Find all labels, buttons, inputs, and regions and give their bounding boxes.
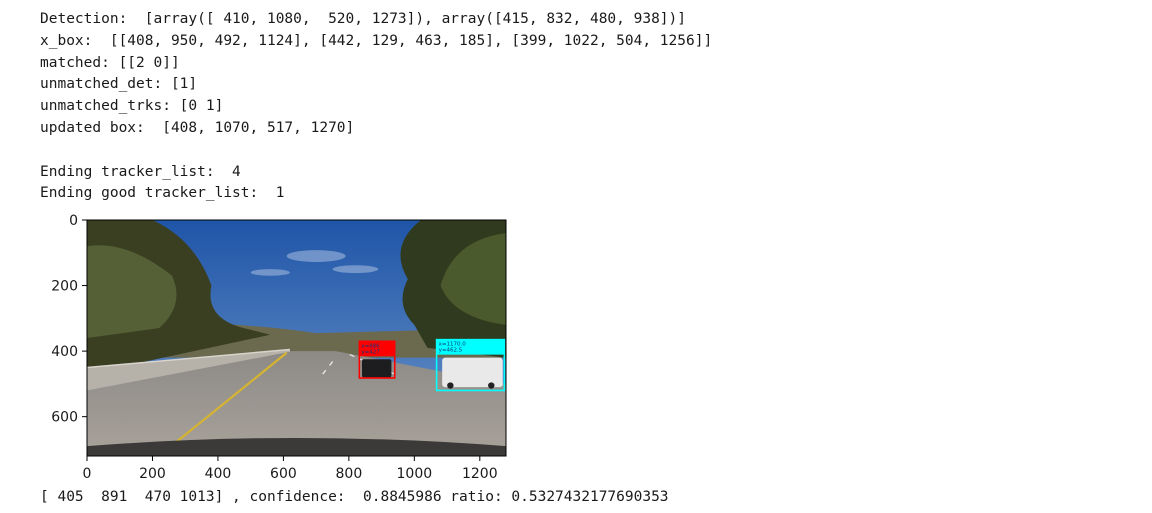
- console-output: Detection: [array([ 410, 1080, 520, 1273…: [40, 9, 712, 205]
- output-line-matched: matched: [[2 0]]: [40, 54, 180, 71]
- cloud: [286, 250, 346, 262]
- x-tick-label: 800: [336, 466, 363, 482]
- y-tick-label: 400: [51, 344, 78, 360]
- cyan-tracker-box-label-text: y=462.5: [439, 348, 463, 354]
- red-tracker-box-label-text: y=427: [361, 349, 380, 355]
- output-line-updated-box: updated box: [408, 1070, 517, 1270]: [40, 119, 355, 136]
- dark-car: [361, 359, 392, 378]
- y-tick-label: 0: [69, 213, 78, 229]
- image-plot: x=886 y=427 x=1170.0 y=462.5 0 200 400 600 800 1…: [0, 210, 560, 485]
- output-line-blank: [40, 140, 712, 162]
- x-tick-label: 0: [83, 466, 92, 482]
- output-line-ending-tracker-list: Ending tracker_list: 4: [40, 163, 241, 180]
- y-tick-label: 200: [51, 279, 78, 295]
- white-car-wheel: [488, 382, 495, 389]
- y-tick-label: 600: [51, 410, 78, 426]
- x-tick-label: 200: [139, 466, 166, 482]
- white-car-wheel: [447, 382, 454, 389]
- road-scene-image: x=886y=427x=1170.0y=462.5: [87, 220, 506, 456]
- x-tick-label: 1200: [462, 466, 498, 482]
- x-tick-label: 1000: [397, 466, 433, 482]
- cloud: [250, 269, 290, 276]
- x-tick-label: 600: [270, 466, 297, 482]
- output-line-unmatched-trks: unmatched_trks: [0 1]: [40, 98, 224, 115]
- final-output-line: [ 405 891 470 1013] , confidence: 0.8845…: [40, 489, 669, 505]
- output-line-detection: Detection: [array([ 410, 1080, 520, 1273…: [40, 11, 687, 27]
- output-line-x-box: x_box: [[408, 950, 492, 1124], [442, 129…: [40, 32, 713, 49]
- output-line-unmatched-det: unmatched_det: [1]: [40, 76, 198, 93]
- x-tick-label: 400: [205, 466, 232, 482]
- cloud: [332, 265, 379, 274]
- output-line-ending-good-tracker-list: Ending good tracker_list: 1: [40, 185, 285, 202]
- image-plot-svg: x=886y=427x=1170.0y=462.5 0 200 400 600 800 1…: [51, 213, 507, 482]
